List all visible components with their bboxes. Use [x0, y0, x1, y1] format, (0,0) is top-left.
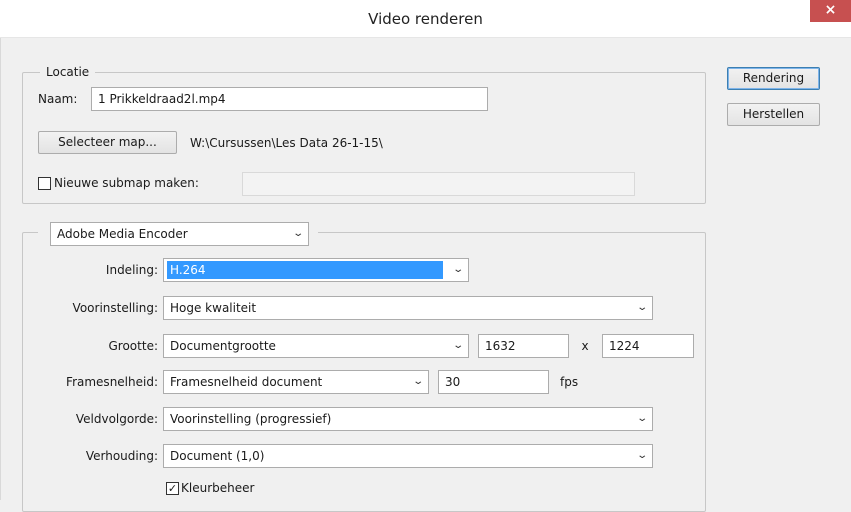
chevron-down-icon: ⌄: [635, 450, 648, 461]
encoder-value: Adobe Media Encoder: [57, 227, 188, 241]
size-value: Documentgrootte: [170, 339, 276, 353]
format-value: H.264: [166, 260, 444, 280]
field-order-select[interactable]: Voorinstelling (progressief) ⌄: [163, 407, 653, 431]
folder-path: W:\Cursussen\Les Data 26-1-15\: [190, 136, 383, 150]
name-label: Naam:: [38, 92, 78, 106]
framerate-label: Framesnelheid:: [66, 375, 158, 389]
select-folder-button[interactable]: Selecteer map...: [38, 131, 177, 154]
close-button[interactable]: ×: [810, 0, 851, 22]
aspect-value: Document (1,0): [170, 449, 265, 463]
fps-unit: fps: [560, 375, 579, 389]
encoder-select[interactable]: Adobe Media Encoder ⌄: [50, 222, 309, 246]
render-button[interactable]: Rendering: [727, 67, 820, 90]
size-select[interactable]: Documentgrootte ⌄: [163, 334, 469, 358]
width-input[interactable]: 1632: [478, 334, 569, 358]
format-select[interactable]: H.264 ⌄: [163, 258, 469, 282]
framerate-select[interactable]: Framesnelheid document ⌄: [163, 370, 429, 394]
window-title: Video renderen: [368, 10, 483, 28]
chevron-down-icon: ⌄: [635, 413, 648, 424]
preset-value: Hoge kwaliteit: [170, 301, 257, 315]
new-subfolder-checkbox[interactable]: [38, 177, 51, 190]
chevron-down-icon: ⌄: [291, 228, 304, 239]
preset-select[interactable]: Hoge kwaliteit ⌄: [163, 296, 653, 320]
chevron-down-icon: ⌄: [451, 340, 464, 351]
color-mgmt-label: Kleurbeheer: [181, 481, 255, 495]
chevron-down-icon: ⌄: [451, 264, 464, 275]
aspect-select[interactable]: Document (1,0) ⌄: [163, 444, 653, 468]
format-label: Indeling:: [105, 263, 158, 277]
chevron-down-icon: ⌄: [635, 302, 648, 313]
close-icon: ×: [824, 2, 837, 18]
field-order-label: Veldvolgorde:: [75, 412, 158, 426]
framerate-value: Framesnelheid document: [170, 375, 323, 389]
fps-input[interactable]: 30: [438, 370, 549, 394]
chevron-down-icon: ⌄: [411, 376, 424, 387]
location-legend: Locatie: [40, 64, 96, 80]
checkmark-icon: ✓: [167, 482, 178, 495]
preset-label: Voorinstelling:: [72, 301, 158, 315]
height-input[interactable]: 1224: [602, 334, 694, 358]
name-input[interactable]: 1 Prikkeldraad2l.mp4: [91, 87, 488, 111]
aspect-label: Verhouding:: [85, 449, 158, 463]
field-order-value: Voorinstelling (progressief): [170, 412, 332, 426]
size-label: Grootte:: [108, 339, 159, 353]
new-subfolder-label: Nieuwe submap maken:: [54, 176, 199, 190]
new-subfolder-input[interactable]: [242, 172, 635, 196]
color-mgmt-checkbox[interactable]: ✓: [166, 482, 179, 495]
reset-button[interactable]: Herstellen: [727, 103, 820, 126]
times-sign: x: [581, 339, 589, 353]
